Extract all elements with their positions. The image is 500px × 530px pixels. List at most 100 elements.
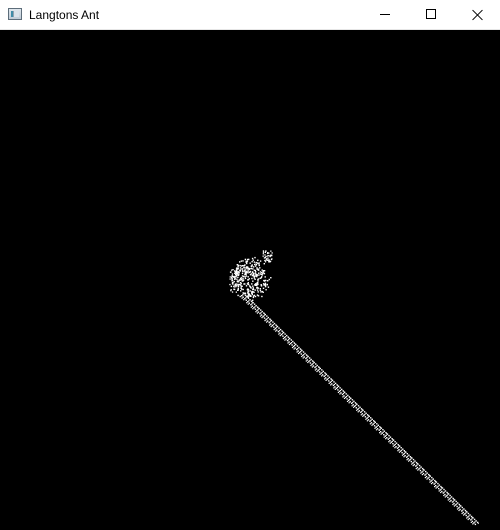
cluster-edge-cell: [262, 255, 264, 257]
highway-cell: [242, 296, 244, 298]
minimize-button[interactable]: [362, 0, 408, 29]
cluster-edge-cell: [234, 271, 237, 274]
highway-cell: [457, 502, 459, 504]
highway-cell: [292, 340, 294, 343]
highway-cell: [419, 467, 421, 469]
cluster-cell: [246, 262, 248, 265]
highway-cell: [325, 377, 327, 379]
cluster-cell: [239, 267, 242, 269]
cluster-cell: [239, 264, 241, 267]
highway-cell: [413, 461, 415, 463]
highway-cell: [412, 458, 415, 461]
highway-cell: [279, 328, 282, 331]
cluster-cell: [240, 284, 242, 286]
cluster-cell: [250, 295, 252, 297]
highway-cell: [404, 455, 406, 457]
cluster-cell: [239, 270, 241, 272]
cluster-cell: [254, 283, 257, 285]
highway-cell: [316, 364, 318, 367]
highway-cell: [363, 411, 366, 413]
highway-cell: [456, 508, 459, 510]
highway-cell: [444, 496, 446, 498]
highway-cell: [282, 331, 285, 334]
highway-cell: [472, 517, 474, 519]
highway-cell: [248, 302, 250, 304]
highway-cell: [401, 449, 403, 451]
cluster-cell: [248, 258, 250, 261]
highway-cell: [347, 394, 349, 397]
highway-cell: [405, 451, 407, 453]
title-bar[interactable]: Langtons Ant: [0, 0, 500, 30]
highway-cell: [325, 373, 328, 376]
highway-cell: [364, 416, 367, 418]
highway-cell: [301, 355, 303, 358]
cluster-cell: [244, 276, 246, 278]
highway-cell: [318, 369, 320, 371]
cluster-edge-cell: [233, 288, 235, 290]
highway-cell: [398, 451, 401, 453]
cluster-cell: [255, 275, 257, 277]
cluster-cell: [252, 287, 254, 289]
highway-cell: [462, 511, 464, 514]
highway-cell: [267, 316, 269, 319]
highway-cell: [264, 313, 266, 316]
highway-cell: [407, 458, 409, 460]
cluster-edge-cell: [231, 273, 234, 275]
window-title: Langtons Ant: [29, 8, 100, 22]
maximize-button[interactable]: [408, 0, 454, 29]
highway-cell: [385, 438, 387, 440]
cluster-edge-cell: [229, 278, 231, 280]
highway-cell: [337, 391, 339, 393]
simulation-canvas[interactable]: [0, 30, 500, 530]
cluster-cell: [252, 259, 254, 261]
cluster-edge-cell: [266, 252, 269, 255]
highway-cell: [373, 425, 376, 427]
cluster-cell: [242, 265, 244, 267]
highway-cell: [416, 466, 419, 469]
cluster-edge-cell: [232, 283, 234, 285]
highway-cell: [371, 418, 373, 420]
highway-cell: [438, 487, 440, 490]
cluster-edge-cell: [235, 273, 237, 276]
highway-cell: [313, 361, 315, 364]
highway-cell: [459, 508, 461, 511]
highway-cell: [312, 365, 315, 367]
highway-cell: [449, 500, 451, 503]
highway-cell: [398, 449, 400, 451]
highway-cell: [447, 499, 449, 501]
cluster-edge-cell: [237, 289, 239, 291]
highway-cell: [298, 346, 300, 349]
highway-cell: [302, 357, 304, 359]
cluster-cell: [256, 284, 258, 287]
highway-cell: [434, 486, 436, 488]
highway-cell: [253, 303, 256, 305]
langtons-ant-pattern: [229, 250, 479, 526]
cluster-cell: [243, 275, 245, 278]
highway-cell: [423, 469, 425, 471]
highway-cell: [297, 350, 299, 352]
highway-cell: [251, 305, 254, 307]
highway-cell: [399, 445, 401, 447]
cluster-cell: [245, 275, 248, 277]
highway-cell: [257, 311, 260, 313]
highway-cell: [452, 503, 454, 506]
cluster-cell: [246, 268, 248, 270]
highway-cell: [294, 345, 296, 347]
highway-cell: [355, 404, 357, 406]
cluster-cell: [242, 260, 244, 262]
close-button[interactable]: [454, 0, 500, 29]
highway-cell: [330, 380, 332, 383]
highway-cell: [328, 380, 330, 382]
highway-cell: [361, 413, 364, 415]
cluster-cell: [254, 265, 257, 267]
cluster-cell: [245, 273, 247, 275]
cluster-cell: [256, 274, 258, 276]
highway-cell: [460, 505, 462, 507]
highway-cell: [366, 420, 368, 422]
highway-cell: [401, 452, 403, 454]
highway-cell: [349, 401, 351, 403]
highway-cell: [322, 370, 324, 373]
cluster-edge-cell: [237, 284, 239, 286]
highway-cell: [318, 371, 321, 373]
cluster-cell: [260, 291, 262, 293]
